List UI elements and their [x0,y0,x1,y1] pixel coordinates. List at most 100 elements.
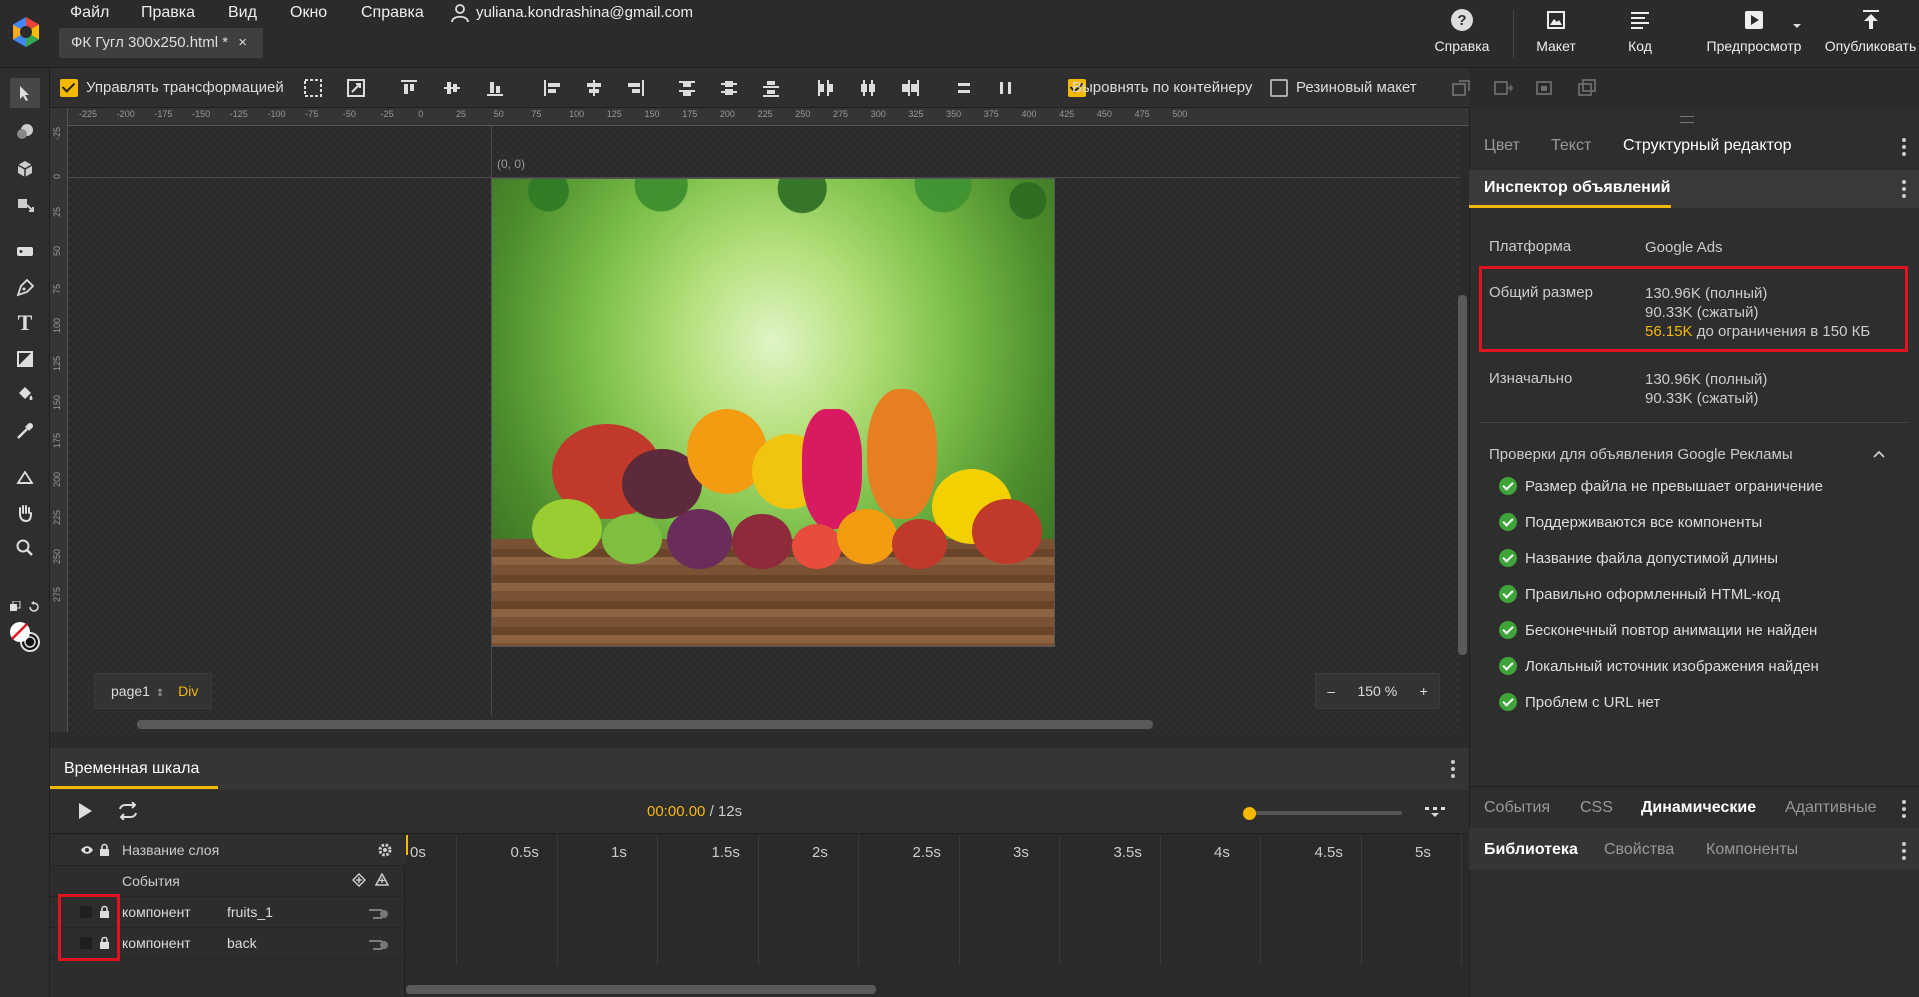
3d-translate-tool-icon[interactable] [10,154,40,184]
add-event-icon[interactable] [375,873,389,887]
swap-colors-icon[interactable] [10,600,22,612]
distribute-left-icon[interactable] [814,78,836,98]
3d-transform-tool-icon[interactable] [10,190,40,220]
layer-link-icon[interactable] [368,936,390,950]
banner-image[interactable] [491,178,1055,647]
dynamic-more-icon[interactable] [1902,800,1906,818]
tab-responsive[interactable]: Адаптивные [1785,799,1877,817]
user-email[interactable]: yuliana.kondrashina@gmail.com [476,4,693,21]
distribute-bottom-icon[interactable] [760,78,782,98]
tab-ad-inspector[interactable]: Инспектор объявлений [1484,179,1671,197]
page-selector[interactable]: page1 ⇕ Div [94,673,212,709]
tab-text[interactable]: Текст [1551,137,1591,155]
loop-icon[interactable] [115,802,141,820]
timeline-tick-label: 3.5s [1113,844,1142,861]
distribute-right-icon[interactable] [899,78,921,98]
shape-tool-icon[interactable] [10,344,40,374]
check-ok-icon [1499,513,1517,531]
gear-icon[interactable] [377,842,393,858]
hand-tool-icon[interactable] [10,498,40,528]
group-icon[interactable] [1450,78,1472,98]
zoom-tool-icon[interactable] [10,533,40,563]
timeline-title[interactable]: Временная шкала [64,760,199,778]
convert-icon[interactable] [1576,78,1598,98]
space-horizontal-icon[interactable] [995,78,1017,98]
text-tool-icon[interactable]: T [10,308,40,338]
chevron-up-icon[interactable] [1873,449,1885,459]
distribute-center-icon[interactable] [857,78,879,98]
align-right-icon[interactable] [625,78,647,98]
menu-help[interactable]: Справка [361,4,424,22]
tab-dynamic[interactable]: Динамические [1641,799,1756,817]
stage-vertical-scrollbar[interactable] [1458,295,1467,655]
preview-dropdown-icon[interactable] [1792,22,1802,30]
eye-icon[interactable] [80,845,94,855]
align-bottom-icon[interactable] [484,78,506,98]
tag-tool-icon[interactable] [10,236,40,266]
timeline-zoom-knob[interactable] [1243,807,1256,820]
panel-drag-handle-icon[interactable] [1680,116,1694,123]
menu-window[interactable]: Окно [290,4,327,22]
fill-stroke-swatch-icon[interactable] [8,620,42,654]
library-more-icon[interactable] [1902,842,1906,860]
align-middle-icon[interactable] [441,78,463,98]
timeline-zoom-slider[interactable] [1246,811,1402,815]
layer-link-icon[interactable] [368,905,390,919]
tab-library[interactable]: Библиотека [1484,841,1578,859]
tab-events[interactable]: События [1484,799,1550,817]
stage-horizontal-scrollbar[interactable] [137,720,1153,729]
distribute-top-icon[interactable] [676,78,698,98]
bounding-box-icon[interactable] [302,78,324,98]
menu-view[interactable]: Вид [228,4,257,22]
eyedropper-tool-icon[interactable] [10,416,40,446]
check-item: Локальный источник изображения найден [1499,657,1819,675]
timeline-settings-icon[interactable] [1424,806,1446,818]
resize-transform-icon[interactable] [345,78,367,98]
playhead[interactable] [406,835,408,855]
space-vertical-icon[interactable] [953,78,975,98]
inspector-more-icon[interactable] [1902,180,1906,198]
layout-button[interactable]: Макет [1530,8,1582,54]
reset-colors-icon[interactable] [28,600,40,612]
align-center-icon[interactable] [583,78,605,98]
zoom-value[interactable]: 150 [1357,683,1380,699]
align-top-icon[interactable] [398,78,420,98]
tab-properties[interactable]: Свойства [1604,841,1674,859]
lock-icon[interactable] [99,843,110,856]
tab-structure-editor[interactable]: Структурный редактор [1623,137,1792,155]
preview-button[interactable]: Предпросмотр [1705,8,1803,54]
responsive-checkbox[interactable] [1270,79,1288,97]
tab-components[interactable]: Компоненты [1706,841,1798,859]
tab-color[interactable]: Цвет [1484,137,1520,155]
publish-button[interactable]: Опубликовать [1822,8,1919,54]
wrap-icon[interactable] [1534,78,1556,98]
selected-element-label[interactable]: Div [178,683,198,699]
tab-css[interactable]: CSS [1580,799,1613,817]
menu-edit[interactable]: Правка [141,4,195,22]
zoom-out-button[interactable]: – [1327,683,1335,699]
layer-name[interactable]: back [227,935,257,951]
align-left-icon[interactable] [541,78,563,98]
add-keyframe-icon[interactable] [352,873,366,887]
code-button[interactable]: Код [1620,8,1660,54]
document-tab-close-icon[interactable]: × [238,34,247,51]
play-icon[interactable] [77,802,93,820]
layer-name[interactable]: fruits_1 [227,904,273,920]
current-time[interactable]: 00:00.00 [647,803,705,820]
3d-rotate-tool-icon[interactable] [10,116,40,146]
ungroup-icon[interactable] [1492,78,1514,98]
ruler-tick-label: -50 [342,109,356,119]
document-tab[interactable]: ФК Гугл 300x250.html * × [59,28,263,58]
timeline-more-icon[interactable] [1451,760,1455,778]
more-options-icon[interactable] [1902,138,1906,156]
select-tool-icon[interactable] [10,78,40,108]
timeline-horizontal-scrollbar[interactable] [406,985,876,994]
help-button[interactable]: ? Справка [1430,8,1494,54]
3d-view-tool-icon[interactable] [10,463,40,493]
menu-file[interactable]: Файл [70,4,109,22]
pen-tool-icon[interactable] [10,273,40,303]
zoom-in-button[interactable]: + [1420,683,1428,699]
transform-checkbox[interactable] [60,79,78,97]
distribute-middle-icon[interactable] [718,78,740,98]
paint-bucket-tool-icon[interactable] [10,380,40,410]
